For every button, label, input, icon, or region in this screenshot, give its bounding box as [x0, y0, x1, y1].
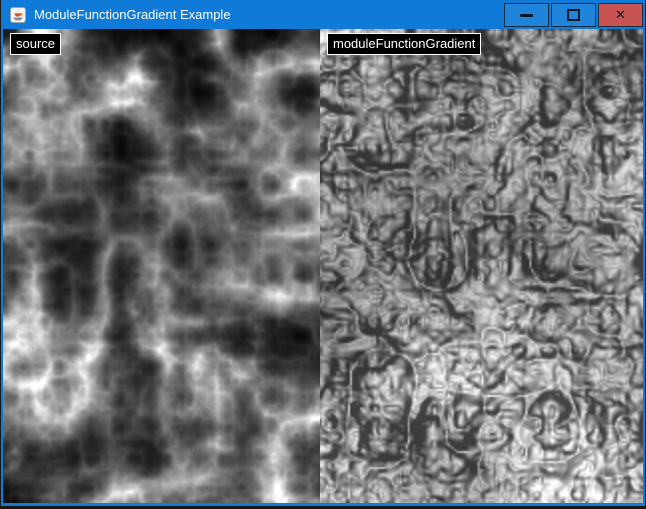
app-window: ModuleFunctionGradient Example ✕ source … — [1, 0, 645, 506]
close-button[interactable]: ✕ — [598, 3, 643, 27]
close-icon: ✕ — [615, 9, 626, 22]
maximize-square-icon — [567, 9, 580, 21]
gradient-label: moduleFunctionGradient — [327, 33, 481, 55]
pane-source: source — [3, 29, 320, 503]
pane-gradient: moduleFunctionGradient — [320, 29, 643, 503]
gradient-image — [320, 29, 643, 503]
minimize-button[interactable] — [504, 3, 549, 27]
java-application-icon[interactable] — [10, 7, 26, 23]
window-controls: ✕ — [504, 3, 643, 27]
source-image — [3, 29, 320, 503]
maximize-button[interactable] — [551, 3, 596, 27]
titlebar[interactable]: ModuleFunctionGradient Example ✕ — [3, 0, 643, 29]
source-label: source — [10, 33, 61, 55]
content-area: source moduleFunctionGradient — [3, 29, 643, 503]
minimize-dash-icon — [520, 14, 533, 17]
